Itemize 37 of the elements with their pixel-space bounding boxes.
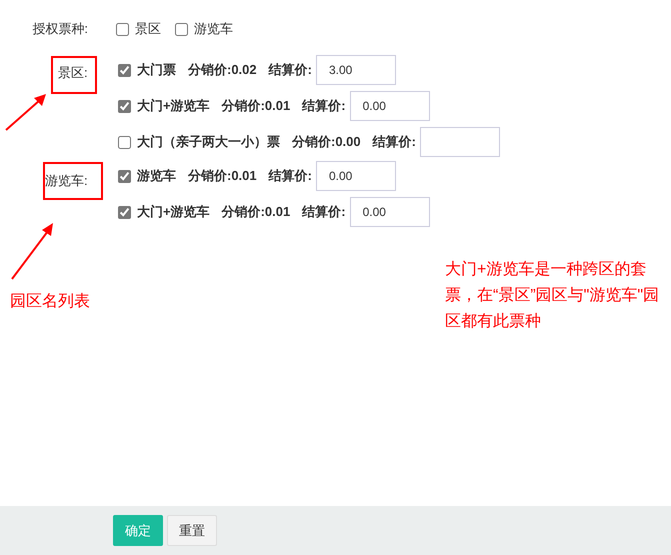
- park-name-label: 游览车:: [43, 162, 103, 200]
- distribution-price: 分销价:0.01: [222, 203, 290, 221]
- park-name-label: 景区:: [51, 56, 97, 94]
- settlement-label: 结算价:: [302, 203, 346, 221]
- checkbox[interactable]: [175, 22, 188, 36]
- checkbox[interactable]: [118, 100, 131, 112]
- checkbox-label: 景区: [135, 20, 161, 38]
- distribution-price: 分销价:0.01: [222, 97, 290, 115]
- annotation-text: 大门+游览车是一种跨区的套票，在“景区”园区与"游览车"园区都有此票种: [445, 260, 660, 332]
- settlement-input[interactable]: 3.00: [316, 55, 396, 85]
- distribution-price: 分销价:0.00: [292, 133, 361, 151]
- checkbox[interactable]: [118, 64, 131, 76]
- annotation-arrow: [4, 92, 48, 132]
- field-label: 授权票种:: [32, 20, 88, 38]
- settlement-input[interactable]: 0.00: [350, 91, 430, 121]
- ticket-name: 大门票: [137, 61, 176, 79]
- settlement-label: 结算价:: [372, 133, 416, 151]
- annotation-text: 园区名列表: [10, 292, 90, 312]
- reset-button[interactable]: 重置: [167, 515, 217, 546]
- checkbox-label: 游览车: [194, 20, 233, 38]
- ticket-name: 大门+游览车: [137, 203, 210, 221]
- ticket-name: 游览车: [137, 167, 176, 185]
- settlement-label: 结算价:: [268, 167, 312, 185]
- ticket-name: 大门+游览车: [137, 97, 210, 115]
- settlement-label: 结算价:: [302, 97, 346, 115]
- annotation-arrow: [10, 221, 56, 281]
- distribution-price: 分销价:0.01: [188, 167, 257, 185]
- checkbox[interactable]: [118, 170, 131, 182]
- checkbox[interactable]: [118, 206, 131, 218]
- settlement-input[interactable]: [420, 127, 500, 157]
- ticket-name: 大门（亲子两大一小）票: [137, 133, 280, 151]
- checkbox[interactable]: [116, 22, 129, 36]
- settlement-input[interactable]: 0.00: [350, 197, 430, 227]
- checkbox[interactable]: [118, 136, 131, 148]
- settlement-label: 结算价:: [268, 61, 312, 79]
- settlement-input[interactable]: 0.00: [316, 161, 396, 191]
- distribution-price: 分销价:0.02: [188, 61, 257, 79]
